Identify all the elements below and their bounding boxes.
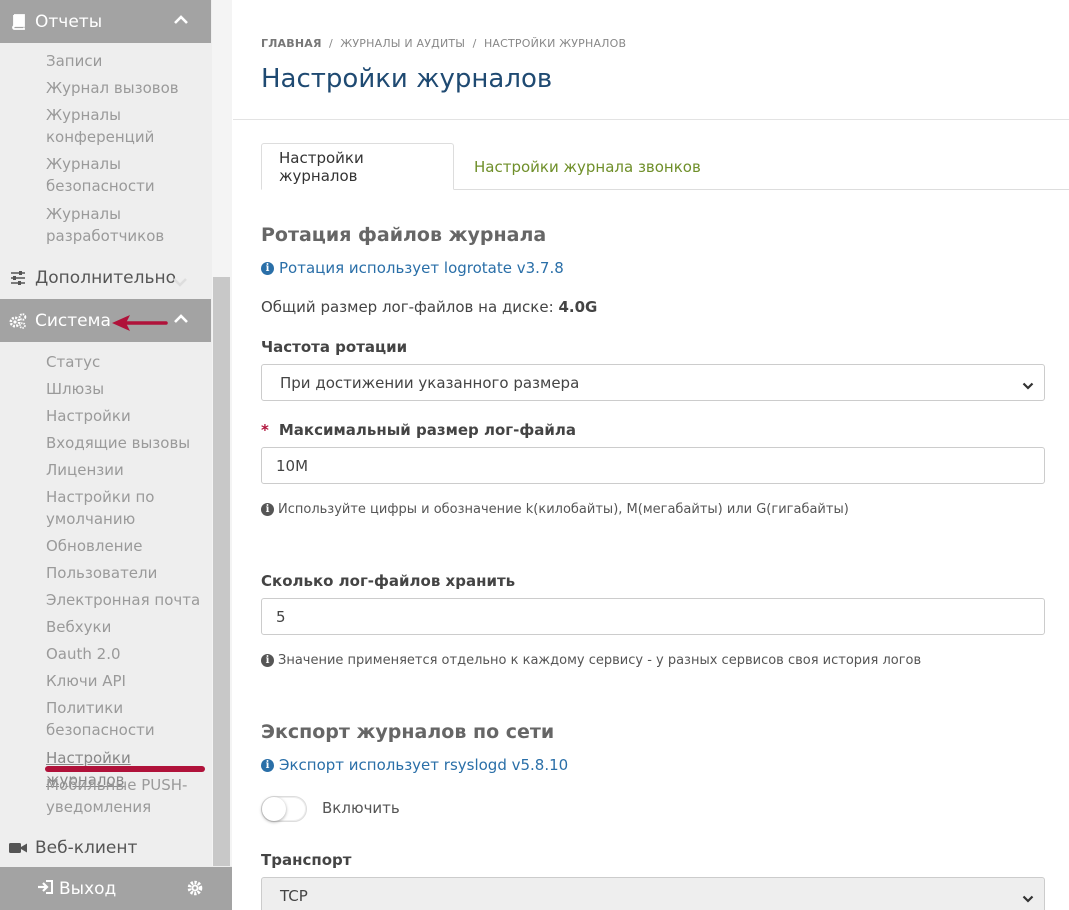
sidebar-item-status[interactable]: Статус xyxy=(46,351,211,373)
sliders-icon xyxy=(9,271,27,285)
sidebar-item-licenses[interactable]: Лицензии xyxy=(46,459,211,481)
export-enable-toggle[interactable] xyxy=(261,796,307,822)
transport-label: Транспорт xyxy=(261,851,352,869)
sidebar-item-security-policies[interactable]: Политики безопасности xyxy=(46,697,211,741)
tab-log-settings[interactable]: Настройки журналов xyxy=(261,143,454,190)
chevron-up-icon[interactable] xyxy=(173,11,189,29)
info-icon: i xyxy=(261,654,274,667)
chevron-down-icon[interactable] xyxy=(172,272,188,292)
sidebar-section-system-label: Система xyxy=(35,310,111,331)
main-content: ГЛАВНАЯ / ЖУРНАЛЫ И АУДИТЫ / НАСТРОЙКИ Ж… xyxy=(233,0,1069,910)
tab-call-log-settings[interactable]: Настройки журнала звонков xyxy=(457,143,718,190)
toggle-knob xyxy=(262,797,286,821)
rotation-frequency-value: При достижении указанного размера xyxy=(280,373,580,392)
breadcrumb-separator: / xyxy=(472,37,477,50)
breadcrumb-log-settings: НАСТРОЙКИ ЖУРНАЛОВ xyxy=(483,37,627,50)
sidebar-item-update[interactable]: Обновление xyxy=(46,535,211,557)
sidebar-item-security-logs[interactable]: Журналы безопасности xyxy=(46,153,211,197)
export-enable-label: Включить xyxy=(322,799,400,817)
sidebar-item-email[interactable]: Электронная почта xyxy=(46,589,211,611)
sidebar-item-api-keys[interactable]: Ключи API xyxy=(46,670,211,692)
info-icon: i xyxy=(261,758,274,772)
sidebar-item-incoming-calls[interactable]: Входящие вызовы xyxy=(46,432,211,454)
sign-out-icon xyxy=(37,879,53,899)
sidebar-item-conference-logs[interactable]: Журналы конференций xyxy=(46,104,211,148)
sidebar-section-web-client[interactable]: Веб-клиент xyxy=(0,828,211,868)
required-asterisk: * xyxy=(261,421,269,439)
keep-count-help-text: Значение применяется отдельно к каждому … xyxy=(278,653,922,668)
sidebar-section-web-client-label: Веб-клиент xyxy=(35,838,138,858)
export-section-title: Экспорт журналов по сети xyxy=(261,721,555,743)
sidebar-scrollbar-thumb[interactable] xyxy=(213,277,230,866)
sidebar-section-advanced-label: Дополнительно xyxy=(35,268,176,288)
keep-count-help: i Значение применяется отдельно к каждом… xyxy=(261,653,921,668)
rotation-frequency-select[interactable]: При достижении указанного размера xyxy=(261,364,1045,401)
info-icon: i xyxy=(261,503,274,516)
rotation-info-link[interactable]: i Ротация использует logrotate v3.7.8 xyxy=(261,259,564,277)
header-divider xyxy=(233,119,1069,120)
logout-button[interactable]: Выход xyxy=(37,879,116,899)
disk-size-value: 4.0G xyxy=(558,298,598,316)
max-size-help-text: Используйте цифры и обозначение k(килоба… xyxy=(278,502,849,517)
sidebar-item-push-notifications[interactable]: Мобильные PUSH- уведомления xyxy=(46,774,211,818)
rotation-frequency-label: Частота ротации xyxy=(261,338,408,356)
annotation-underline xyxy=(45,766,205,772)
export-info-text: Экспорт использует rsyslogd v5.8.10 xyxy=(279,756,569,774)
breadcrumb: ГЛАВНАЯ / ЖУРНАЛЫ И АУДИТЫ / НАСТРОЙКИ Ж… xyxy=(261,37,626,50)
sidebar: Отчеты Записи Журнал вызовов Журналы кон… xyxy=(0,0,232,910)
sidebar-section-system[interactable]: Система xyxy=(0,299,211,342)
page-title: Настройки журналов xyxy=(261,64,553,94)
chevron-down-icon xyxy=(1022,890,1034,908)
sidebar-section-reports-label: Отчеты xyxy=(35,11,103,32)
logout-label: Выход xyxy=(59,879,117,899)
video-camera-icon xyxy=(9,842,27,854)
sidebar-item-settings[interactable]: Настройки xyxy=(46,405,211,427)
disk-size-label: Общий размер лог-файлов на диске: xyxy=(261,298,554,316)
sidebar-item-call-log[interactable]: Журнал вызовов xyxy=(46,77,211,99)
tabs: Настройки журналов Настройки журнала зво… xyxy=(261,143,1069,190)
transport-select[interactable]: TCP xyxy=(261,877,1045,910)
annotation-arrow-icon xyxy=(112,315,168,331)
chevron-down-icon xyxy=(1022,377,1034,395)
sidebar-item-default-settings[interactable]: Настройки по умолчанию xyxy=(46,486,211,530)
rotation-section-title: Ротация файлов журнала xyxy=(261,224,547,246)
keep-count-label: Сколько лог-файлов хранить xyxy=(261,572,516,590)
sidebar-section-reports[interactable]: Отчеты xyxy=(0,0,211,43)
breadcrumb-home[interactable]: ГЛАВНАЯ xyxy=(261,37,322,50)
sidebar-item-records[interactable]: Записи xyxy=(46,50,211,72)
rotation-info-text: Ротация использует logrotate v3.7.8 xyxy=(279,259,564,277)
sidebar-item-webhooks[interactable]: Вебхуки xyxy=(46,616,211,638)
chevron-up-icon[interactable] xyxy=(173,310,189,328)
breadcrumb-logs-audits[interactable]: ЖУРНАЛЫ И АУДИТЫ xyxy=(340,37,465,50)
keep-count-input[interactable]: 5 xyxy=(261,598,1045,635)
book-icon xyxy=(9,13,27,30)
disk-size-line: Общий размер лог-файлов на диске: 4.0G xyxy=(261,298,597,316)
export-info-link[interactable]: i Экспорт использует rsyslogd v5.8.10 xyxy=(261,756,568,774)
sidebar-footer: Выход xyxy=(0,867,232,910)
max-size-value: 10M xyxy=(276,456,309,475)
max-size-label: * Максимальный размер лог-файла xyxy=(261,421,576,439)
max-size-help: i Используйте цифры и обозначение k(кило… xyxy=(261,502,849,517)
sidebar-item-developer-logs[interactable]: Журналы разработчиков xyxy=(46,203,211,247)
info-icon: i xyxy=(261,261,274,275)
sidebar-section-advanced[interactable]: Дополнительно xyxy=(0,258,211,298)
gears-icon xyxy=(9,312,27,329)
transport-value: TCP xyxy=(280,886,308,905)
max-size-label-text: Максимальный размер лог-файла xyxy=(278,421,576,439)
sidebar-item-gateways[interactable]: Шлюзы xyxy=(46,378,211,400)
breadcrumb-separator: / xyxy=(329,37,333,50)
sidebar-item-users[interactable]: Пользователи xyxy=(46,562,211,584)
max-size-input[interactable]: 10M xyxy=(261,447,1045,484)
keep-count-value: 5 xyxy=(276,607,286,626)
gear-icon[interactable] xyxy=(186,879,204,902)
sidebar-item-oauth[interactable]: Oauth 2.0 xyxy=(46,643,211,665)
